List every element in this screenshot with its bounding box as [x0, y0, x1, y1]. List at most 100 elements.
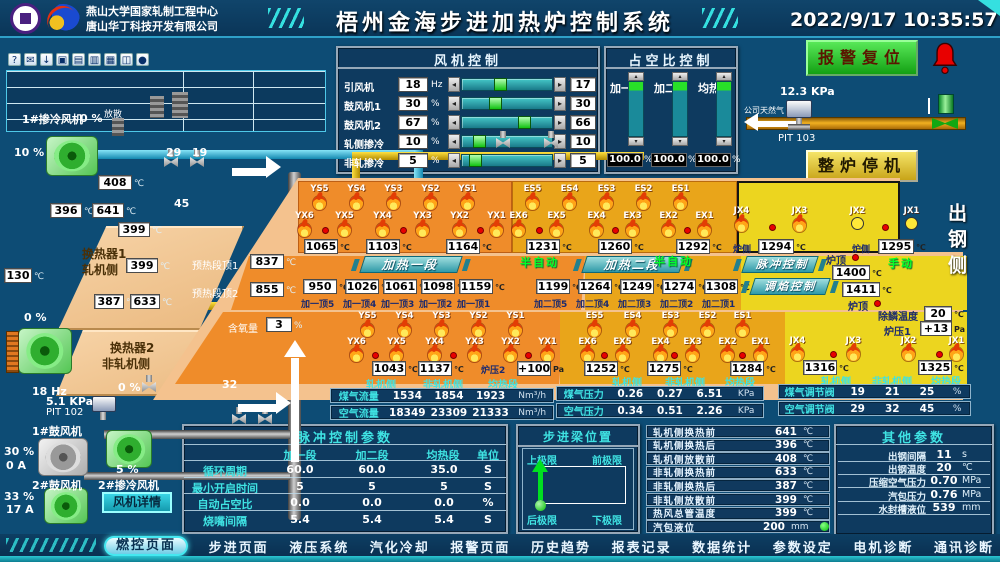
temp-value-box: 1199: [536, 279, 570, 294]
fan-row-value[interactable]: 5: [398, 153, 428, 168]
fan-row-value[interactable]: 30: [398, 96, 428, 111]
valve-icon[interactable]: [232, 414, 246, 424]
burner-status-dot: [874, 300, 881, 307]
pit103-instrument-icon[interactable]: [786, 100, 812, 118]
nav-tab-4[interactable]: 汽化冷却: [370, 537, 430, 556]
alarm-bell-icon[interactable]: [928, 40, 962, 78]
fan-slider[interactable]: ◂▸: [448, 115, 566, 130]
zone1-banner[interactable]: 加热一段: [359, 256, 463, 273]
fan-row-setpoint[interactable]: 66: [570, 115, 596, 130]
value-unit: ℃: [286, 258, 296, 268]
toolbar-download-icon[interactable]: ↓: [40, 53, 53, 66]
value-unit: ℃: [286, 286, 296, 296]
flow-arrow-shaft: [291, 358, 299, 462]
fan-row-unit: %: [431, 137, 447, 147]
toolbar-mail-icon[interactable]: ✉: [24, 53, 37, 66]
fan-slider[interactable]: ◂▸: [448, 153, 566, 168]
line2-label: 轧机侧: [82, 261, 118, 278]
nav-tab-6[interactable]: 历史趋势: [531, 537, 591, 556]
nav-tab-9[interactable]: 参数设定: [773, 537, 833, 556]
pit102-instrument-icon[interactable]: [92, 396, 116, 412]
pulse-row-value: 5.4: [264, 513, 336, 526]
draft-fan-icon[interactable]: [18, 328, 72, 374]
toolbar-print-icon[interactable]: ◫: [120, 53, 133, 66]
nav-tab-8[interactable]: 数据统计: [692, 537, 752, 556]
fan-row-label: 引风机: [344, 79, 396, 91]
burner-flame-icon: [791, 344, 804, 361]
nav-tab-7[interactable]: 报表记录: [612, 537, 672, 556]
slider-left-button: ◂: [448, 77, 460, 92]
hx-temp-row: 汽包液位200mm: [646, 520, 830, 533]
pulse-control-button[interactable]: 脉冲控制: [741, 256, 819, 273]
toolbar-lock-icon[interactable]: ●: [136, 53, 149, 66]
fan-row-setpoint[interactable]: 30: [570, 96, 596, 111]
valve-stem: [500, 131, 506, 138]
toolbar-report-icon[interactable]: ▥: [88, 53, 101, 66]
pulse-row-value: 5.4: [336, 513, 408, 526]
fan-slider[interactable]: ◂▸: [448, 77, 566, 92]
fan-slider[interactable]: ◂▸: [448, 96, 566, 111]
fan-control-title: 风机控制: [338, 50, 598, 69]
zone-column-header: 非轧机侧: [654, 374, 716, 385]
valve-icon[interactable]: [258, 414, 272, 424]
fan-row-value[interactable]: 18: [398, 77, 428, 92]
vent-stack-icon: [150, 96, 164, 118]
burner-flame-icon: [398, 320, 411, 337]
pulse-row-label: 烧嘴间隔: [186, 513, 264, 526]
temp-value-box: 1061: [383, 279, 417, 294]
fan-row-setpoint[interactable]: 10: [570, 134, 596, 149]
divider: [184, 493, 506, 494]
nav-tab-1[interactable]: 燃控页面: [104, 536, 188, 556]
nav-tab-10[interactable]: 电机诊断: [853, 537, 913, 556]
flame-control-button[interactable]: 调焰控制: [749, 278, 831, 295]
temp-value-box: 1098: [421, 279, 455, 294]
fan-row-unit: %: [431, 99, 447, 109]
toolbar-help-icon[interactable]: ?: [8, 53, 21, 66]
burner-status-dot: [525, 352, 532, 359]
toolbar-chart-icon[interactable]: ▤: [72, 53, 85, 66]
slider-down-button: ▾: [716, 137, 732, 146]
blower-2-icon[interactable]: [44, 488, 88, 524]
blower-1-icon[interactable]: [38, 438, 88, 476]
slider-right-button: ▸: [554, 115, 566, 130]
roof2-label: 炉顶: [848, 298, 868, 313]
zone-column-header: 均热段: [716, 374, 764, 385]
burner-flame-icon: [662, 220, 675, 237]
nav-tab-5[interactable]: 报警页面: [450, 537, 510, 556]
vent_pct-label: 0 %: [118, 381, 141, 394]
toolbar-folder-icon[interactable]: ▣: [56, 53, 69, 66]
duty-slider[interactable]: ▴▾: [671, 72, 689, 150]
burner-flame-icon: [298, 220, 311, 237]
company-logo-icon: [46, 4, 80, 34]
toolbar-grid-icon[interactable]: ▦: [104, 53, 117, 66]
fan-row-value[interactable]: 10: [398, 134, 428, 149]
duty-slider[interactable]: ▴▾: [627, 72, 645, 150]
nav-tab-2[interactable]: 步进页面: [209, 537, 269, 556]
temp-unit: ℃: [340, 243, 350, 252]
nav-tab-3[interactable]: 液压系统: [289, 537, 349, 556]
cold-fan-1-icon[interactable]: [46, 136, 98, 176]
value-unit: ℃: [152, 226, 162, 236]
fan-detail-button[interactable]: 风机详情: [102, 492, 172, 513]
burner-status-dot: [477, 227, 484, 234]
temp-value-box: 1411: [842, 282, 880, 297]
fan-row-value[interactable]: 67: [398, 115, 428, 130]
duty-slider[interactable]: ▴▾: [715, 72, 733, 150]
furnace-stop-button[interactable]: 整炉停机: [806, 150, 918, 182]
burner-flame-icon: [588, 320, 601, 337]
flow-arrow-shaft: [232, 168, 266, 176]
burner-flame-icon: [950, 344, 963, 361]
pct-label: 33 %: [4, 490, 34, 503]
fan-row-setpoint[interactable]: 5: [570, 153, 596, 168]
fan-row-label: 鼓风机1: [344, 98, 396, 110]
soak-mode: 手动: [888, 255, 914, 271]
org-line1: 燕山大学国家轧制工程中心: [86, 5, 218, 19]
temp-unit: ℃: [402, 243, 412, 252]
zone1-mode: 半自动: [520, 254, 559, 270]
temp-value-box: 1400: [832, 265, 870, 280]
alarm-reset-button[interactable]: 报警复位: [806, 40, 918, 76]
fan-row-setpoint[interactable]: 17: [570, 77, 596, 92]
zone-column-header: 轧机侧: [352, 376, 410, 387]
nav-tab-11[interactable]: 通讯诊断: [934, 537, 994, 556]
gas-valve-actuator-icon[interactable]: [938, 94, 954, 114]
